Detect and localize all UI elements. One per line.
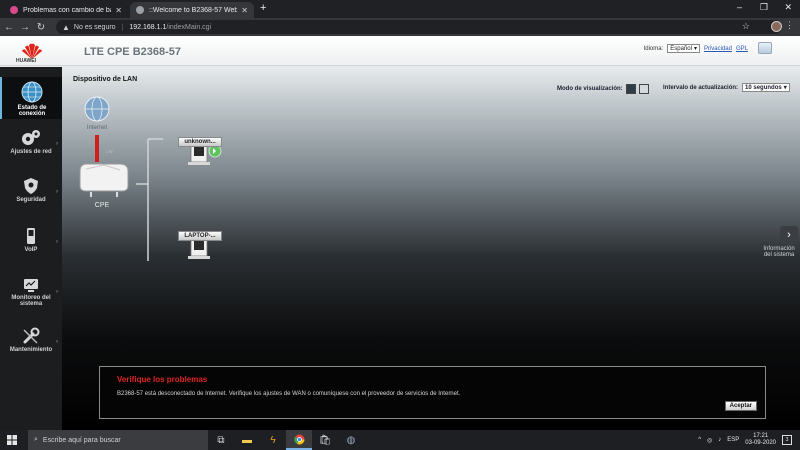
privacy-link[interactable]: Privacidad bbox=[704, 46, 732, 52]
maximize-icon[interactable]: ❐ bbox=[760, 2, 768, 13]
security-label: No es seguro bbox=[73, 23, 116, 31]
address-bar[interactable]: ▲ No es seguro | 192.168.1.1/indexMain.c… bbox=[56, 20, 782, 34]
app-icon[interactable]: ϟ bbox=[260, 430, 286, 450]
internet-label: Internet bbox=[87, 125, 108, 131]
sidebar: Estado de conexión Ajustes de red › Segu… bbox=[0, 67, 62, 430]
lan-bracket bbox=[136, 138, 163, 261]
lan-device-label[interactable]: LAPTOP-... bbox=[178, 231, 222, 241]
notification-icon[interactable]: 3 bbox=[782, 435, 792, 445]
taskbar-search-input[interactable]: ⌕ Escribe aquí para buscar bbox=[28, 430, 208, 450]
wan-link-disconnected bbox=[95, 135, 99, 162]
wrench-icon bbox=[23, 327, 40, 344]
gpl-link[interactable]: GPL bbox=[736, 46, 748, 52]
sidebar-item-maintenance[interactable]: Mantenimiento › bbox=[0, 327, 62, 367]
sidebar-item-security[interactable]: Seguridad › bbox=[0, 177, 62, 217]
chevron-right-icon: › bbox=[56, 189, 58, 195]
tab-favicon-icon bbox=[136, 6, 144, 14]
brand-text: HUAWEI bbox=[16, 58, 36, 64]
globe-icon bbox=[21, 81, 43, 103]
new-tab-icon[interactable]: + bbox=[260, 2, 266, 14]
alert-dialog: Verifique los problemas B2368-57 está de… bbox=[99, 366, 766, 419]
search-icon: ⌕ bbox=[34, 436, 38, 443]
chevron-right-icon: › bbox=[56, 289, 58, 295]
shield-icon bbox=[24, 178, 38, 194]
tab-favicon-icon bbox=[10, 6, 18, 14]
file-explorer-icon[interactable]: ▬ bbox=[234, 430, 260, 450]
forward-icon[interactable]: → bbox=[18, 22, 32, 33]
reload-icon[interactable]: ↻ bbox=[34, 22, 48, 33]
view-mode-control: Modo de visualización: bbox=[557, 84, 649, 94]
language-indicator[interactable]: ESP bbox=[727, 437, 739, 443]
sidebar-item-network-settings[interactable]: Ajustes de red › bbox=[0, 129, 62, 169]
sidebar-item-system-monitoring[interactable]: Monitoreo del sistema › bbox=[0, 277, 62, 321]
lan-device-label[interactable]: unknown... bbox=[178, 137, 222, 147]
sidebar-item-connection-status[interactable]: Estado de conexión bbox=[0, 77, 62, 119]
system-info-panel-toggle[interactable]: › Información del sistema bbox=[758, 226, 800, 258]
language-label: Idioma: bbox=[643, 45, 664, 52]
volume-icon[interactable]: ♪ bbox=[718, 437, 721, 443]
sidebar-item-voip[interactable]: VoIP › bbox=[0, 227, 62, 267]
task-view-icon[interactable]: ⧉ bbox=[208, 430, 234, 450]
cpe-label: CPE bbox=[95, 202, 110, 209]
url-host: 192.168.1.1 bbox=[129, 23, 167, 31]
product-title: LTE CPE B2368-57 bbox=[84, 46, 182, 58]
cpe-router-icon[interactable] bbox=[79, 163, 129, 197]
warning-icon: ▲ bbox=[62, 22, 70, 32]
close-tab-icon[interactable]: ✕ bbox=[115, 6, 122, 15]
browser-tab-2[interactable]: ::Welcome to B2368-57 Web-Based ✕ bbox=[130, 2, 254, 18]
refresh-interval-control: Intervalo de actualización: 10 segundos ▾ bbox=[663, 83, 790, 92]
windows-start-icon[interactable] bbox=[0, 435, 24, 445]
chevron-right-icon: › bbox=[780, 226, 798, 244]
chevron-down-icon: ▾ bbox=[783, 85, 787, 91]
header-links: Idioma: Español ▾ Privacidad GPL bbox=[644, 44, 748, 53]
chevron-right-icon: › bbox=[56, 141, 58, 147]
section-title: Dispositivo de LAN bbox=[73, 76, 138, 83]
phone-icon bbox=[27, 228, 35, 244]
gear-icon bbox=[22, 130, 40, 145]
refresh-interval-select[interactable]: 10 segundos ▾ bbox=[742, 83, 790, 92]
bookmark-star-icon[interactable]: ☆ bbox=[742, 21, 750, 32]
clock[interactable]: 17:21 03-09-2020 bbox=[745, 433, 776, 447]
browser-tab-1[interactable]: Problemas con cambio de banda ✕ bbox=[4, 2, 128, 18]
lte-label: LTE bbox=[106, 149, 113, 154]
list-view-button[interactable] bbox=[638, 84, 649, 94]
minimize-icon[interactable]: – bbox=[737, 2, 742, 12]
network-globe-icon[interactable]: ◎ bbox=[707, 437, 712, 444]
chevron-up-icon[interactable]: ^ bbox=[698, 437, 701, 443]
chrome-icon[interactable] bbox=[286, 430, 312, 450]
browser-menu-icon[interactable]: ⋮ bbox=[785, 20, 794, 31]
help-icon[interactable] bbox=[758, 42, 772, 54]
profile-avatar[interactable] bbox=[771, 21, 782, 32]
back-icon[interactable]: ← bbox=[2, 22, 16, 33]
alert-title: Verifique los problemas bbox=[117, 375, 208, 384]
chevron-right-icon: › bbox=[56, 239, 58, 245]
lan-topology: Internet LTE CPE bbox=[79, 96, 222, 261]
topology-view-button[interactable] bbox=[625, 84, 636, 94]
accept-button[interactable]: Aceptar bbox=[724, 401, 757, 411]
monitor-icon bbox=[24, 279, 38, 292]
close-tab-icon[interactable]: ✕ bbox=[241, 6, 248, 15]
internet-globe-icon[interactable] bbox=[84, 96, 110, 122]
network-app-icon[interactable]: ◍ bbox=[338, 430, 364, 450]
router-web-page: HUAWEI LTE CPE B2368-57 Idioma: Español ▾… bbox=[0, 36, 800, 430]
language-select[interactable]: Español ▾ bbox=[667, 44, 700, 53]
windows-taskbar: ⌕ Escribe aquí para buscar ⧉ ▬ ϟ 🛍 ◍ ^ ◎… bbox=[0, 430, 800, 450]
close-window-icon[interactable]: ✕ bbox=[784, 2, 792, 13]
alert-message: B2368-57 está desconectado de Internet. … bbox=[117, 391, 461, 397]
tab-title: Problemas con cambio de banda bbox=[23, 6, 111, 14]
system-tray: ^ ◎ ♪ ESP 17:21 03-09-2020 3 bbox=[698, 430, 792, 450]
store-icon[interactable]: 🛍 bbox=[312, 430, 338, 450]
browser-toolbar: ← → ↻ ▲ No es seguro | 192.168.1.1/index… bbox=[0, 18, 800, 36]
page-header: HUAWEI LTE CPE B2368-57 Idioma: Español ▾… bbox=[0, 36, 800, 66]
chevron-right-icon: › bbox=[56, 339, 58, 345]
tab-title: ::Welcome to B2368-57 Web-Based bbox=[149, 6, 238, 14]
chevron-down-icon: ▾ bbox=[693, 46, 697, 52]
browser-tab-strip: Problemas con cambio de banda ✕ ::Welcom… bbox=[0, 0, 800, 18]
url-path: /indexMain.cgi bbox=[166, 23, 212, 31]
